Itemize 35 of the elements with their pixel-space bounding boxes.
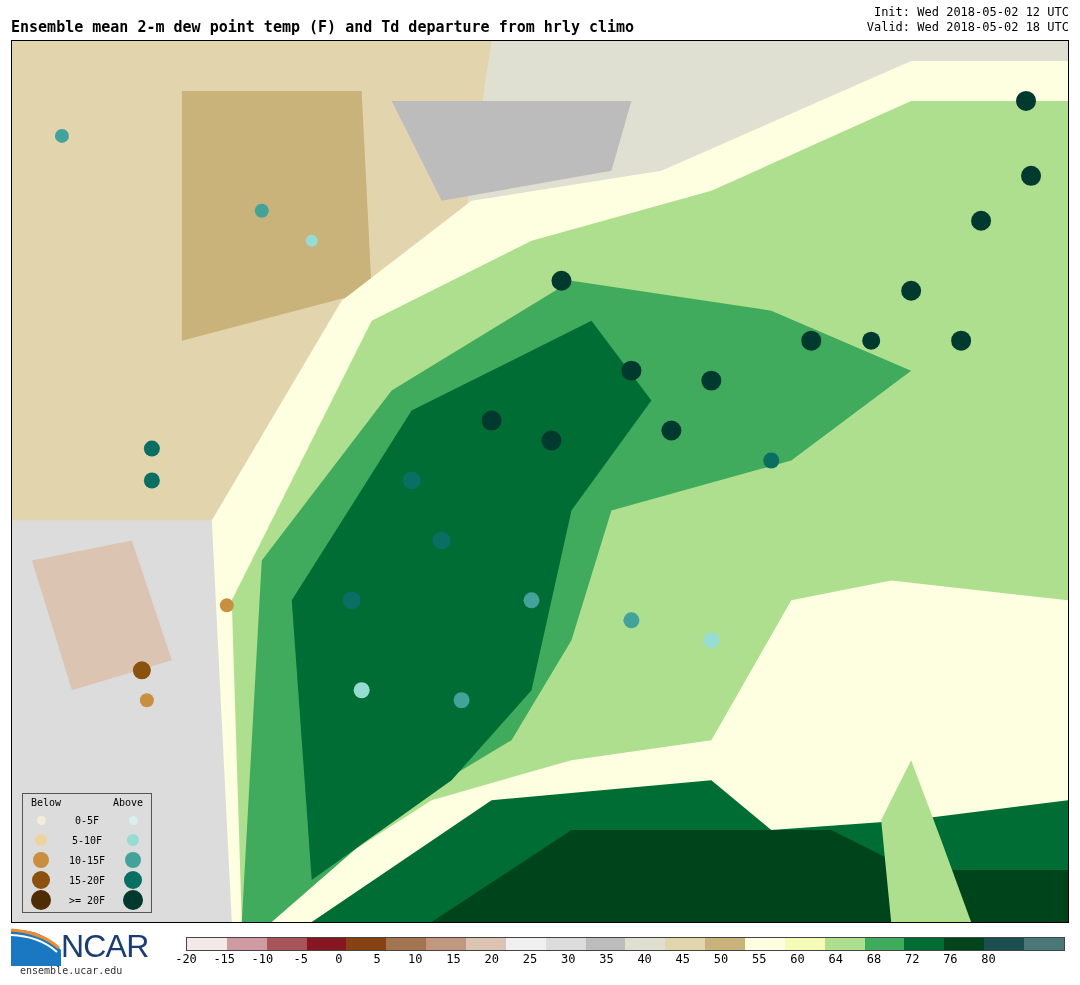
tick-label: -15 xyxy=(213,953,236,965)
legend-label: 10-15F xyxy=(67,853,107,868)
legend-label: 15-20F xyxy=(67,873,107,888)
chart-title: Ensemble mean 2-m dew point temp (F) and Td departure from hrly climo xyxy=(11,20,635,35)
below-heading: Below xyxy=(31,796,62,810)
tick-label: 50 xyxy=(713,953,729,965)
tick-label: 55 xyxy=(752,953,767,965)
tick-label: 72 xyxy=(904,953,920,965)
legend-label: >= 20F xyxy=(67,893,107,908)
tick-label: 20 xyxy=(484,953,499,965)
tick-label: 35 xyxy=(599,953,614,965)
tick-label: 68 xyxy=(866,953,882,965)
tick-label: 76 xyxy=(943,953,958,965)
tick-label: -20 xyxy=(175,953,197,965)
tick-label: 60 xyxy=(790,953,805,965)
tick-label: 45 xyxy=(675,953,691,965)
tick-label: 10 xyxy=(408,953,423,965)
tick-label: 15 xyxy=(446,953,461,965)
logo-text: NCAR xyxy=(61,930,149,962)
logo-url: ensemble.ucar.edu xyxy=(19,966,124,976)
tick-label: 40 xyxy=(637,953,652,965)
tick-label: 25 xyxy=(522,953,538,965)
tick-label: 5 xyxy=(373,953,381,965)
tick-label: 64 xyxy=(828,953,843,965)
tick-label: -10 xyxy=(251,953,274,965)
logo-swoosh-icon xyxy=(11,926,61,966)
tick-label: 80 xyxy=(981,953,996,965)
tick-label: 30 xyxy=(560,953,576,965)
valid-time: Valid: Wed 2018-05-02 18 UTC xyxy=(866,20,1069,35)
legend-label: 5-10F xyxy=(70,833,104,848)
legend-label: 0-5F xyxy=(73,813,101,828)
tick-label: -5 xyxy=(293,953,308,965)
above-heading: Above xyxy=(112,796,143,810)
init-time: Init: Wed 2018-05-02 12 UTC xyxy=(873,5,1069,20)
tick-label: 0 xyxy=(335,953,343,965)
